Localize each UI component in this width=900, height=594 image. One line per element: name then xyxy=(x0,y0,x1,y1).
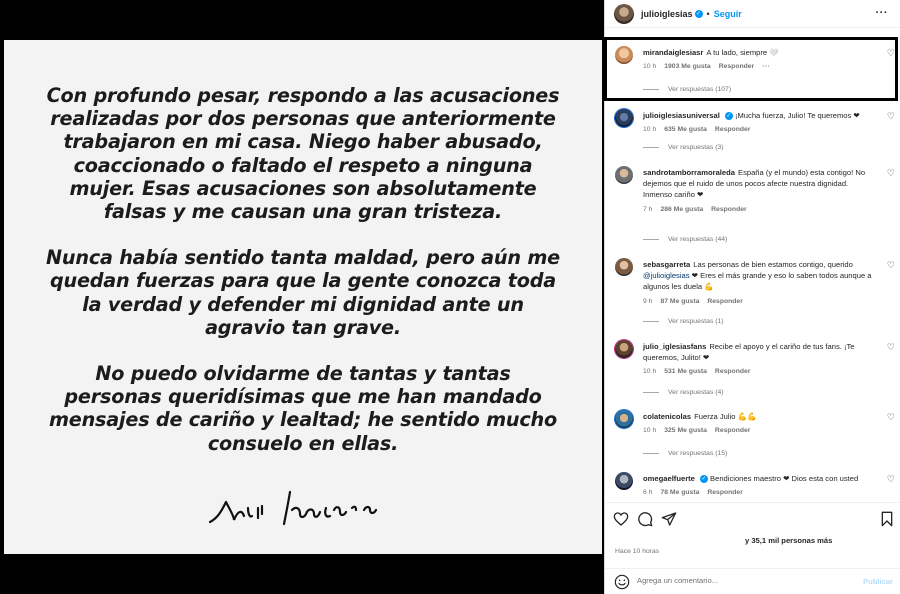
reply-button[interactable]: Responder xyxy=(715,368,751,375)
comment-time: 10 h xyxy=(643,368,657,376)
comment-time: 10 h xyxy=(643,126,657,134)
add-comment-bar: Publicar xyxy=(605,568,900,594)
comment-text: Bendiciones maestro ❤ Dios esta con uste… xyxy=(710,474,859,483)
commenter-avatar[interactable] xyxy=(615,109,633,127)
like-comment-heart-icon[interactable]: ♡ xyxy=(887,260,895,271)
post-timestamp: Hace 10 horas xyxy=(615,548,660,555)
comment-time: 7 h xyxy=(643,205,653,213)
comment-text-start: Las personas de bien estamos contigo, qu… xyxy=(693,260,853,269)
verified-badge-icon: ✓ xyxy=(699,475,708,483)
comment-likes[interactable]: 87 Me gusta xyxy=(660,298,699,305)
bookmark-icon[interactable] xyxy=(879,511,895,527)
comment-text: Fuerza Julio 💪💪 xyxy=(694,412,757,421)
comment-username[interactable]: sebasgarreta xyxy=(643,260,690,269)
author-username[interactable]: julioiglesias xyxy=(641,9,693,19)
comment-likes[interactable]: 531 Me gusta xyxy=(664,368,707,375)
comment-mention-link[interactable]: @julioiglesias xyxy=(643,271,690,280)
comment-username[interactable]: julioiglesiasuniversal xyxy=(643,111,720,120)
reply-button[interactable]: Responder xyxy=(707,298,743,305)
comment-username[interactable]: omegaelfuerte xyxy=(643,474,695,483)
verified-badge-icon: ✓ xyxy=(694,9,703,18)
post-viewer: Con profundo pesar, respondo a las acusa… xyxy=(0,0,900,594)
publish-button[interactable]: Publicar xyxy=(863,577,893,586)
comment-likes[interactable]: 286 Me gusta xyxy=(660,206,703,213)
post-image: Con profundo pesar, respondo a las acusa… xyxy=(4,40,602,554)
comment-likes[interactable]: 78 Me gusta xyxy=(660,489,699,496)
commenter-avatar[interactable] xyxy=(615,258,633,276)
comment-icon[interactable] xyxy=(637,511,653,527)
like-comment-heart-icon[interactable]: ♡ xyxy=(887,474,895,485)
statement-paragraph-3: No puedo olvidarme de tantas y tantas pe… xyxy=(48,362,557,455)
media-letterbox-top xyxy=(0,0,604,40)
comment-text: ¡Mucha fuerza, Julio! Te queremos ❤ xyxy=(734,111,860,120)
comment-username[interactable]: colatenicolas xyxy=(643,412,691,421)
comment-input[interactable] xyxy=(637,576,837,585)
reply-button[interactable]: Responder xyxy=(707,489,743,496)
view-replies-button[interactable]: Ver respuestas (44) xyxy=(643,236,727,243)
like-comment-heart-icon[interactable]: ♡ xyxy=(887,342,895,353)
view-replies-button[interactable]: Ver respuestas (15) xyxy=(643,450,727,457)
highlighted-comment-frame xyxy=(604,37,898,101)
post-header: julioiglesias ✓ • Seguir ··· xyxy=(605,0,900,28)
comment-username[interactable]: sandrotamborramoraleda xyxy=(643,168,735,177)
share-icon[interactable] xyxy=(661,511,677,527)
statement-paragraph-1: Con profundo pesar, respondo a las acusa… xyxy=(46,84,560,224)
statement-text: Con profundo pesar, respondo a las acusa… xyxy=(4,84,602,478)
comment-time: 6 h xyxy=(643,489,653,497)
reply-button[interactable]: Responder xyxy=(711,206,747,213)
commenter-avatar[interactable] xyxy=(615,472,633,490)
verified-badge-icon: ✓ xyxy=(724,112,733,120)
commenter-avatar[interactable] xyxy=(615,410,633,428)
view-replies-button[interactable]: Ver respuestas (3) xyxy=(643,144,724,151)
reply-button[interactable]: Responder xyxy=(715,427,751,434)
separator-dot: • xyxy=(706,8,710,19)
comment-time: 9 h xyxy=(643,297,653,305)
follow-button[interactable]: Seguir xyxy=(714,9,742,19)
like-comment-heart-icon[interactable]: ♡ xyxy=(887,412,895,423)
likes-summary[interactable]: y 35,1 mil personas más xyxy=(745,536,832,545)
view-replies-button[interactable]: Ver respuestas (1) xyxy=(643,318,724,325)
post-actions-bar xyxy=(605,502,900,536)
more-options-icon[interactable]: ··· xyxy=(876,7,889,19)
comments-list: mirandaiglesiasr A tu lado, siempre 🤍 10 … xyxy=(605,36,900,502)
statement-paragraph-2: Nunca había sentido tanta maldad, pero a… xyxy=(46,246,560,339)
comment-likes[interactable]: 635 Me gusta xyxy=(664,126,707,133)
like-comment-heart-icon[interactable]: ♡ xyxy=(887,168,895,179)
emoji-icon[interactable] xyxy=(614,574,630,590)
media-letterbox-bottom xyxy=(0,554,604,594)
handwritten-signature xyxy=(208,490,378,526)
author-avatar[interactable] xyxy=(614,3,634,24)
like-comment-heart-icon[interactable]: ♡ xyxy=(887,111,895,122)
comment-username[interactable]: julio_iglesiasfans xyxy=(643,342,706,351)
comment-likes[interactable]: 325 Me gusta xyxy=(664,427,707,434)
view-replies-button[interactable]: Ver respuestas (4) xyxy=(643,389,724,396)
heart-icon[interactable] xyxy=(613,511,629,527)
comment-time: 10 h xyxy=(643,427,657,435)
reply-button[interactable]: Responder xyxy=(715,126,751,133)
commenter-avatar[interactable] xyxy=(615,166,633,184)
commenter-avatar[interactable] xyxy=(615,340,633,358)
